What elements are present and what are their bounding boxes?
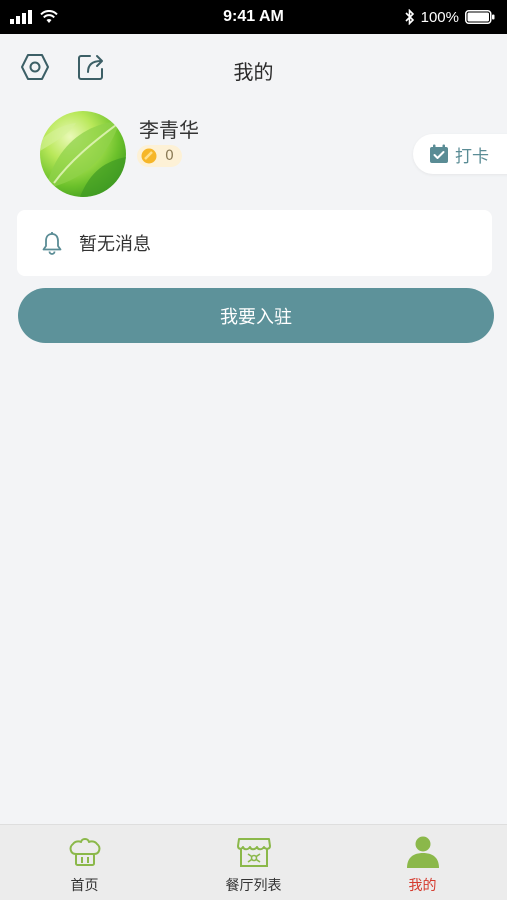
checkin-label: 打卡 — [455, 146, 489, 167]
message-card[interactable]: 暂无消息 — [17, 210, 492, 276]
wifi-icon — [40, 10, 58, 23]
user-name: 李青华 — [139, 118, 199, 142]
tab-restaurant-list[interactable]: 餐厅列表 — [169, 825, 338, 900]
coin-icon — [141, 148, 157, 164]
status-right: 100% — [405, 0, 495, 34]
status-left — [10, 0, 58, 34]
message-text: 暂无消息 — [79, 234, 151, 255]
person-icon — [405, 835, 441, 869]
nav-bar: 我的 — [0, 34, 507, 100]
page-title: 我的 — [233, 60, 274, 84]
bluetooth-icon — [405, 9, 414, 25]
tab-home[interactable]: 首页 — [0, 825, 169, 900]
leaf-avatar-image — [40, 121, 126, 197]
bell-icon — [42, 232, 62, 255]
checkin-button[interactable]: 打卡 — [413, 134, 507, 174]
status-bar: 9:41 AM 100% — [0, 0, 507, 34]
calendar-check-icon — [430, 144, 448, 163]
storefront-icon — [236, 835, 272, 869]
tab-restaurant-list-label: 餐厅列表 — [225, 878, 282, 894]
chef-hat-icon — [67, 835, 103, 869]
tab-home-label: 首页 — [70, 878, 99, 894]
tab-mine-label: 我的 — [408, 878, 437, 894]
avatar[interactable] — [40, 111, 126, 197]
coin-count: 0 — [165, 148, 174, 164]
battery-percent: 100% — [420, 8, 459, 26]
signal-icon — [10, 10, 32, 24]
battery-icon — [465, 10, 495, 24]
tab-bar: 首页 餐厅列表 我的 — [0, 824, 507, 900]
join-button[interactable]: 我要入驻 — [18, 288, 494, 343]
coin-badge: 0 — [137, 145, 182, 167]
tab-mine[interactable]: 我的 — [338, 825, 507, 900]
